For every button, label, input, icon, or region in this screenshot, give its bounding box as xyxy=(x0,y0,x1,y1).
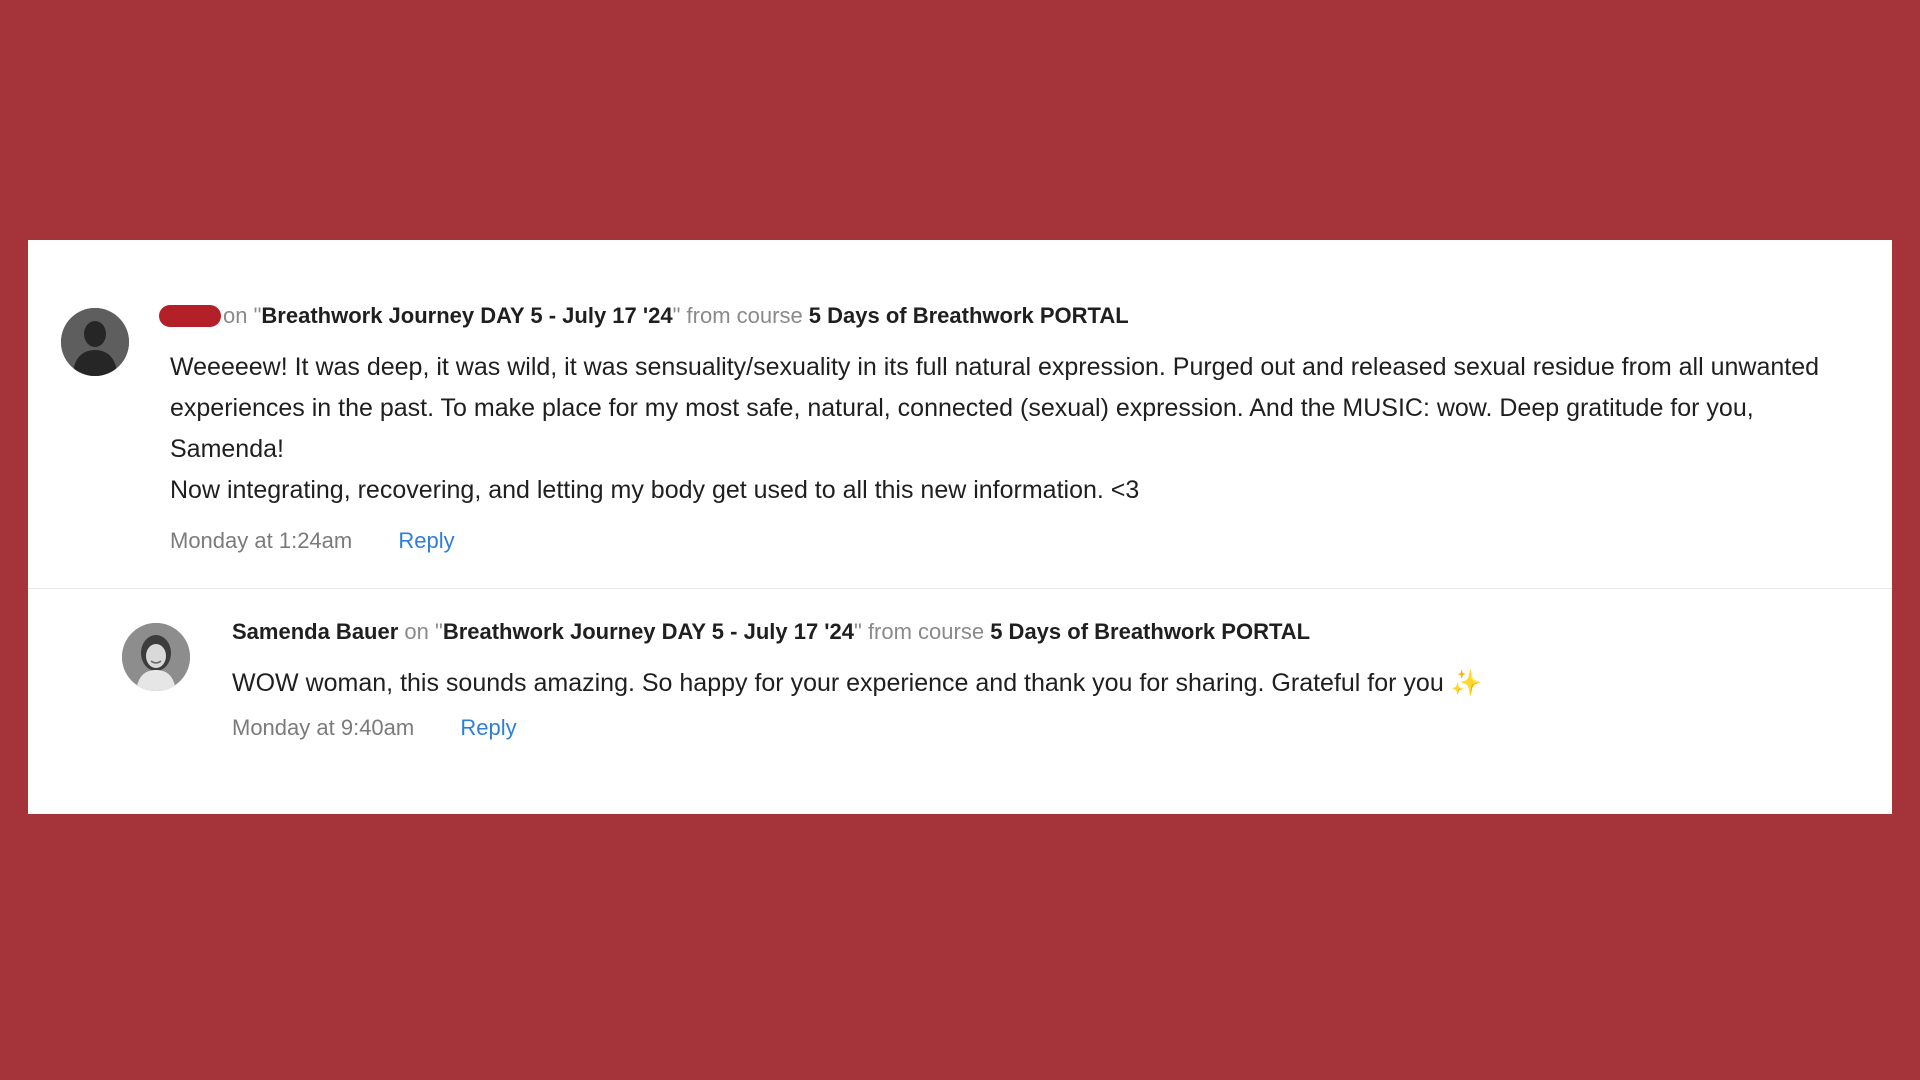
redacted-author-name xyxy=(159,305,221,327)
reply-button[interactable]: Reply xyxy=(398,528,454,553)
comment-item: on "Breathwork Journey DAY 5 - July 17 '… xyxy=(28,240,1892,589)
comment-meta: Samenda Bauer on "Breathwork Journey DAY… xyxy=(232,617,1310,647)
lesson-link[interactable]: Breathwork Journey DAY 5 - July 17 '24 xyxy=(261,303,672,328)
reply-comment-item: Samenda Bauer on "Breathwork Journey DAY… xyxy=(28,589,1892,814)
course-link[interactable]: 5 Days of Breathwork PORTAL xyxy=(809,303,1129,328)
timestamp: Monday at 9:40am xyxy=(232,715,415,740)
comment-footer: Monday at 1:24am Reply xyxy=(170,526,455,556)
user-photo-icon xyxy=(122,623,190,691)
timestamp: Monday at 1:24am xyxy=(170,528,353,553)
comment-meta: on "Breathwork Journey DAY 5 - July 17 '… xyxy=(159,301,1129,331)
comment-paragraph: Now integrating, recovering, and letting… xyxy=(170,476,1140,504)
avatar[interactable] xyxy=(122,623,190,691)
author-name[interactable]: Samenda Bauer xyxy=(232,619,398,644)
lesson-link[interactable]: Breathwork Journey DAY 5 - July 17 '24 xyxy=(443,619,854,644)
avatar[interactable] xyxy=(61,308,129,376)
sparkles-icon: ✨ xyxy=(1450,669,1482,697)
from-course-label: " from course xyxy=(672,303,809,328)
default-user-icon xyxy=(61,308,129,376)
on-label: on " xyxy=(398,619,443,644)
comments-card: on "Breathwork Journey DAY 5 - July 17 '… xyxy=(28,240,1892,814)
course-link[interactable]: 5 Days of Breathwork PORTAL xyxy=(990,619,1310,644)
comment-text: WOW woman, this sounds amazing. So happy… xyxy=(232,669,1451,697)
on-label: on " xyxy=(223,303,262,328)
from-course-label: " from course xyxy=(854,619,991,644)
comment-body: WOW woman, this sounds amazing. So happy… xyxy=(232,663,1832,704)
comment-footer: Monday at 9:40am Reply xyxy=(232,713,517,743)
reply-button[interactable]: Reply xyxy=(460,715,516,740)
comment-body: Weeeeew! It was deep, it was wild, it wa… xyxy=(170,347,1860,511)
comment-paragraph: Weeeeew! It was deep, it was wild, it wa… xyxy=(170,353,1820,463)
comment-paragraph: WOW woman, this sounds amazing. So happy… xyxy=(232,663,1832,704)
